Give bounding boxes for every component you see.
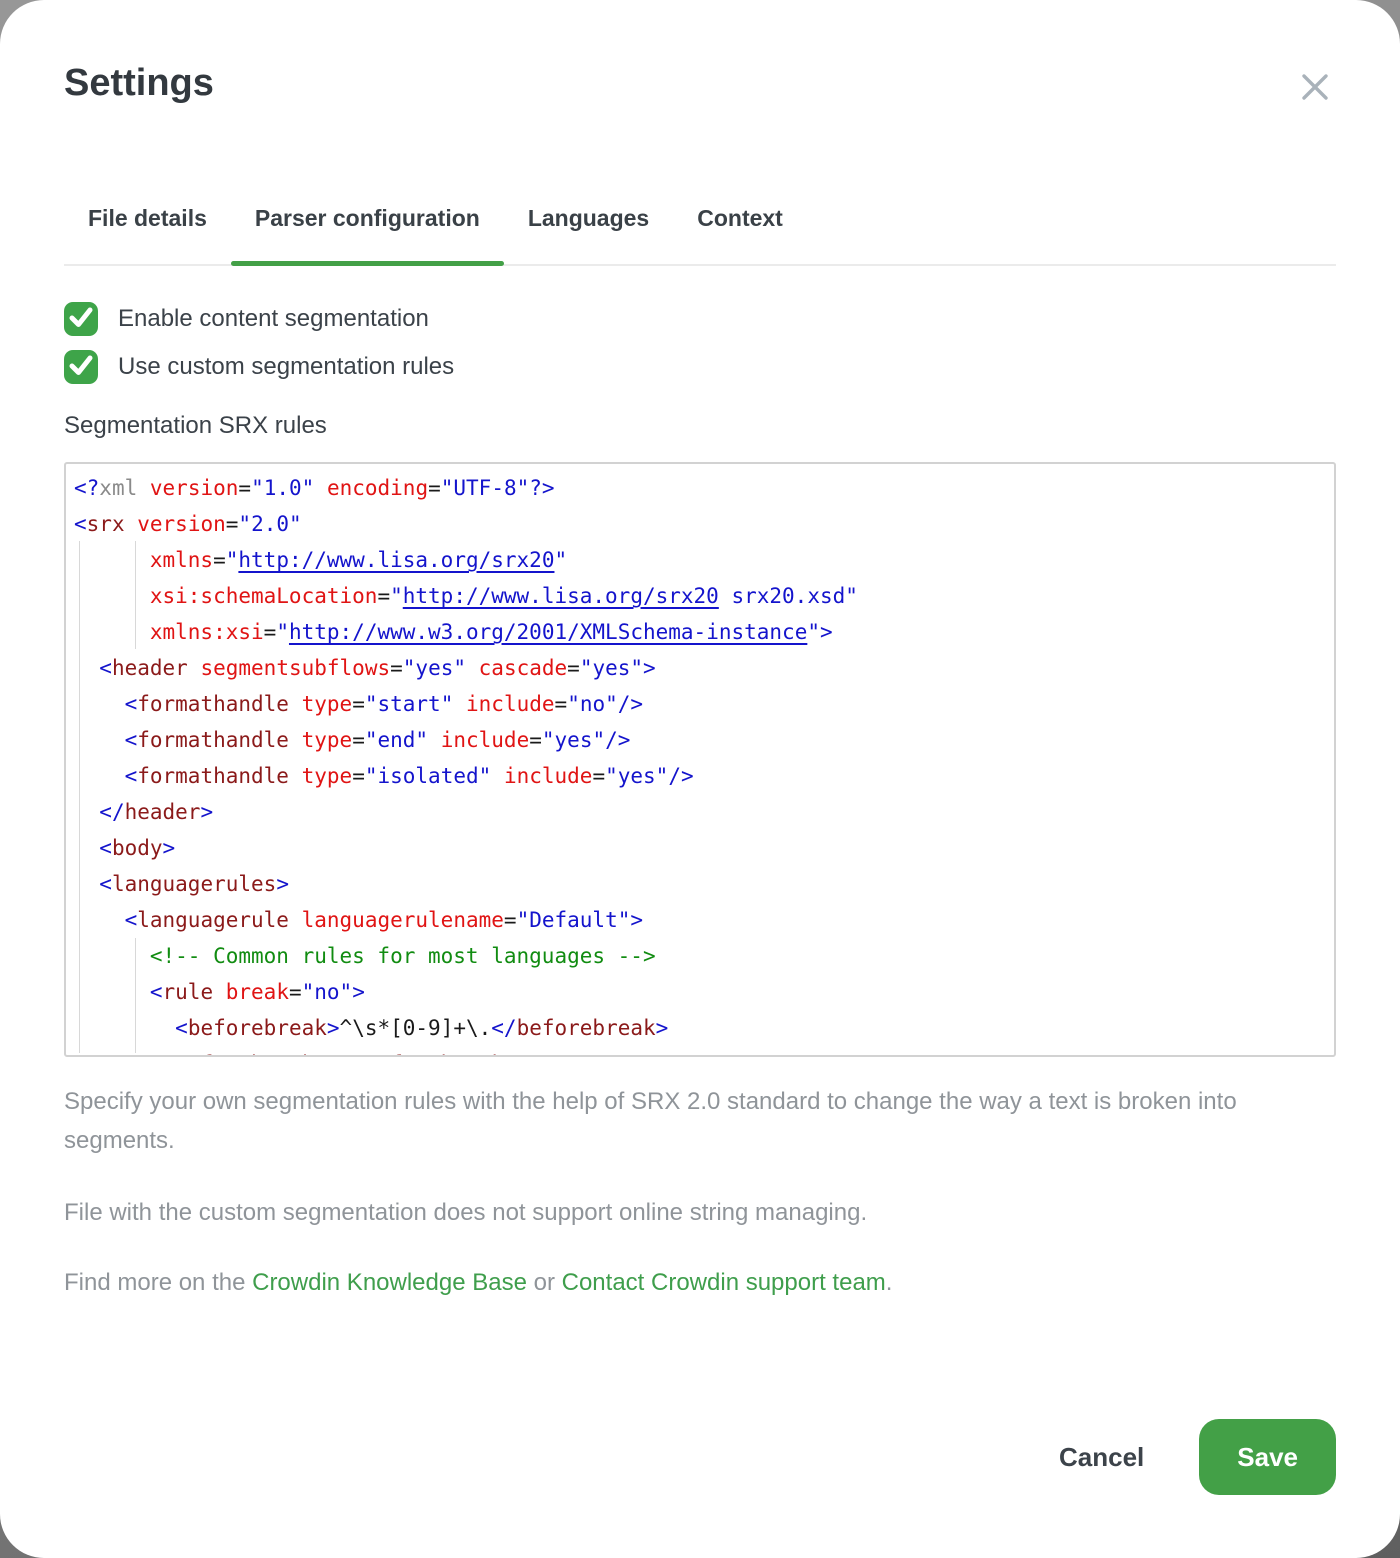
indent-guide [135, 541, 136, 649]
contact-support-link[interactable]: Contact Crowdin support team [562, 1269, 886, 1296]
checkbox-enable-content-segmentation[interactable]: Enable content segmentation [64, 302, 1336, 336]
tab-bar: File details Parser configuration Langua… [64, 203, 1336, 266]
checkbox-checked-box [64, 350, 98, 384]
tab-file-details[interactable]: File details [64, 203, 231, 264]
checkmark-icon [64, 348, 98, 387]
dialog-footer: Cancel Save [1059, 1419, 1336, 1495]
checkbox-label: Use custom segmentation rules [118, 353, 454, 381]
help-text-srx: Specify your own segmentation rules with… [64, 1082, 1279, 1160]
checkbox-checked-box [64, 302, 98, 336]
find-more-prefix: Find more on the [64, 1269, 252, 1296]
close-icon [1298, 92, 1332, 107]
save-button[interactable]: Save [1199, 1419, 1336, 1495]
settings-dialog: Settings File details Parser configurati… [0, 0, 1400, 1558]
checkbox-use-custom-segmentation-rules[interactable]: Use custom segmentation rules [64, 350, 1336, 384]
help-text-online-managing: File with the custom segmentation does n… [64, 1193, 1336, 1232]
code-content: <?xml version="1.0" encoding="UTF-8"?><s… [74, 470, 1334, 1057]
srx-rules-label: Segmentation SRX rules [64, 411, 1336, 441]
cancel-button[interactable]: Cancel [1059, 1442, 1144, 1473]
close-button[interactable] [1294, 66, 1336, 111]
checkmark-icon [64, 300, 98, 339]
tab-context[interactable]: Context [673, 203, 807, 264]
indent-guide [79, 541, 80, 1053]
dialog-title: Settings [64, 60, 214, 106]
find-more-suffix: . [886, 1269, 893, 1296]
srx-rules-editor[interactable]: <?xml version="1.0" encoding="UTF-8"?><s… [64, 462, 1336, 1057]
tab-languages[interactable]: Languages [504, 203, 673, 264]
knowledge-base-link[interactable]: Crowdin Knowledge Base [252, 1269, 527, 1296]
checkbox-label: Enable content segmentation [118, 305, 429, 333]
tab-parser-configuration[interactable]: Parser configuration [231, 203, 504, 264]
dialog-header: Settings [64, 0, 1336, 111]
indent-guide [135, 938, 136, 1053]
help-text-find-more: Find more on the Crowdin Knowledge Base … [64, 1263, 1336, 1302]
find-more-middle: or [527, 1269, 562, 1296]
